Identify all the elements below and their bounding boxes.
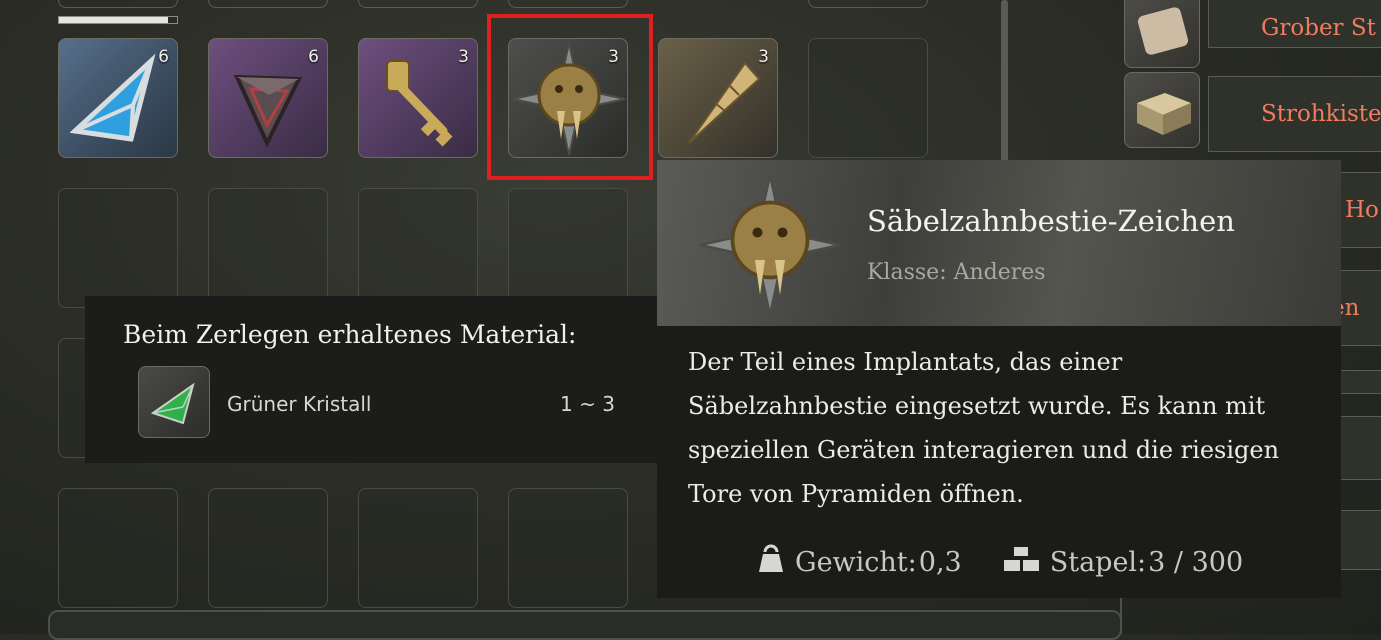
bottom-divider: [1120, 598, 1122, 634]
inventory-slot-partial[interactable]: [808, 0, 928, 8]
inventory-slot-empty[interactable]: [358, 188, 478, 308]
item-stats: Gewicht: 0,3 Stapel: 3 / 300: [755, 544, 1243, 581]
inventory-slot-partial[interactable]: [208, 0, 328, 8]
sabertooth-sign-icon: [699, 174, 841, 316]
decompose-title: Beim Zerlegen erhaltenes Material:: [123, 320, 577, 349]
inventory-slot-empty[interactable]: [508, 188, 628, 308]
inventory-slot-empty[interactable]: [508, 488, 628, 608]
recipe-label: Grober St: [1261, 15, 1376, 41]
inventory-slot-blue-pyramid[interactable]: 6: [58, 38, 178, 158]
selected-slot-highlight: [487, 14, 653, 180]
item-thumbnail[interactable]: [1124, 0, 1200, 68]
inventory-slot-empty[interactable]: [58, 188, 178, 308]
durability-bar: [58, 16, 178, 24]
stack-value: 3 / 300: [1148, 547, 1244, 578]
material-name: Grüner Kristall: [227, 392, 372, 416]
material-slot: [138, 366, 210, 438]
inventory-slot-golden-key[interactable]: 3: [358, 38, 478, 158]
inventory-slot-partial[interactable]: [508, 0, 628, 8]
recipe-button-partial[interactable]: [1335, 510, 1381, 570]
cloth-roll-icon: [1137, 7, 1189, 55]
tooltip-header: Säbelzahnbestie-Zeichen Klasse: Anderes: [657, 160, 1341, 326]
inventory-slot-empty[interactable]: [808, 38, 928, 158]
decompose-panel: Beim Zerlegen erhaltenes Material: Grüne…: [85, 296, 657, 463]
item-thumbnail[interactable]: [1124, 72, 1200, 148]
stack-label: Stapel:: [1049, 547, 1147, 578]
straw-box-icon: [1137, 93, 1191, 135]
inventory-slot-empty[interactable]: [58, 488, 178, 608]
recipe-label: Strohkiste: [1261, 101, 1381, 127]
item-count: 3: [758, 47, 769, 67]
inventory-slot-partial[interactable]: [58, 0, 178, 8]
material-range: 1 ~ 3: [560, 392, 615, 416]
inventory-slot-empty[interactable]: [208, 188, 328, 308]
item-tooltip: Säbelzahnbestie-Zeichen Klasse: Anderes …: [657, 160, 1341, 598]
item-class: Klasse: Anderes: [867, 260, 1046, 285]
weight-icon: [755, 544, 787, 581]
item-count: 6: [158, 47, 169, 67]
recipe-button-partial[interactable]: [1335, 370, 1381, 394]
inventory-slot-golden-fang[interactable]: 3: [658, 38, 778, 158]
recipe-button-straw-box[interactable]: Strohkiste: [1208, 76, 1381, 152]
green-crystal-icon: [150, 382, 195, 425]
weight-value: 0,3: [918, 547, 962, 578]
scrollbar[interactable]: [1001, 0, 1008, 168]
recipe-button-partial[interactable]: [1335, 416, 1381, 480]
recipe-button-coarse[interactable]: Grober St: [1208, 0, 1381, 48]
inventory-slot-empty[interactable]: [358, 488, 478, 608]
durability-fill: [59, 17, 168, 23]
inventory-slot-partial[interactable]: [358, 0, 478, 8]
inventory-slot-dark-pyramid[interactable]: 6: [208, 38, 328, 158]
inventory-slot-empty[interactable]: [208, 488, 328, 608]
item-count: 3: [458, 47, 469, 67]
item-description: Der Teil eines Implantats, das einer Säb…: [688, 348, 1280, 508]
weight-label: Gewicht:: [795, 547, 917, 578]
item-count: 6: [308, 47, 319, 67]
bottom-bar: [48, 610, 1122, 640]
recipe-label: Ho: [1345, 197, 1379, 223]
item-name: Säbelzahnbestie-Zeichen: [867, 204, 1235, 238]
stack-icon: [1002, 545, 1042, 580]
